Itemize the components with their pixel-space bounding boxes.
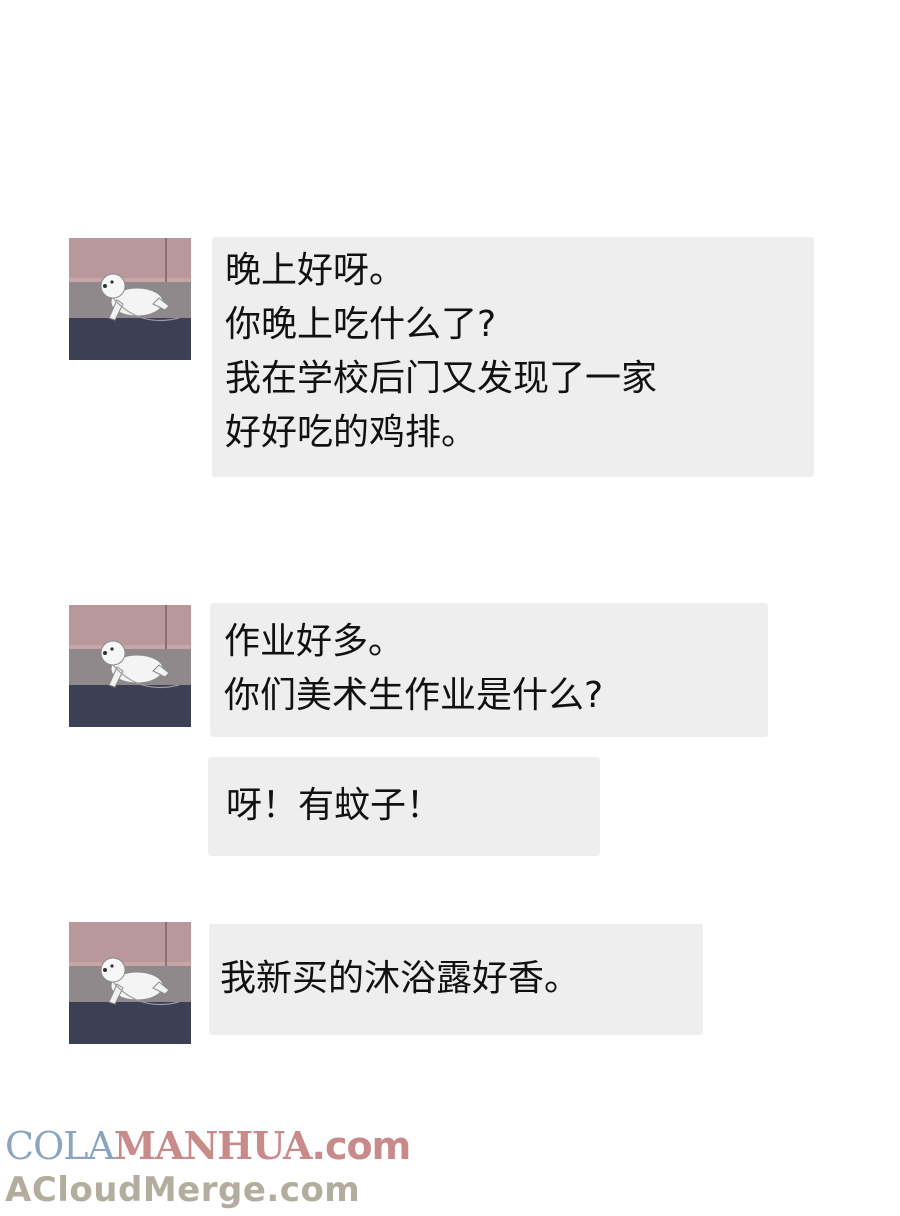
- watermark-acloudmerge: ACloudMerge.com: [5, 1170, 361, 1210]
- message-bubble[interactable]: 我新买的沐浴露好香。: [209, 924, 703, 1035]
- watermark-text: COLA: [5, 1124, 115, 1168]
- message-bubble[interactable]: 晚上好呀。 你晚上吃什么了? 我在学校后门又发现了一家 好好吃的鸡排。: [212, 237, 814, 477]
- white-dog-avatar-icon: [69, 605, 191, 727]
- message-line: 你晚上吃什么了?: [225, 304, 497, 345]
- message-line: 我新买的沐浴露好香。: [220, 958, 581, 999]
- message-bubble[interactable]: 呀！有蚊子！: [208, 757, 600, 856]
- message-line: 好好吃的鸡排。: [225, 412, 478, 453]
- message-line: 晚上好呀。: [225, 250, 406, 291]
- white-dog-avatar-icon: [69, 238, 191, 360]
- message-line: 作业好多。: [224, 621, 405, 662]
- avatar[interactable]: [69, 238, 191, 360]
- avatar[interactable]: [69, 922, 191, 1044]
- avatar[interactable]: [69, 605, 191, 727]
- white-dog-avatar-icon: [69, 922, 191, 1044]
- watermark-text: .com: [311, 1124, 412, 1168]
- message-line: 我在学校后门又发现了一家: [225, 358, 658, 399]
- watermark-text: MANHUA: [113, 1123, 313, 1168]
- message-bubble[interactable]: 作业好多。 你们美术生作业是什么?: [210, 603, 768, 737]
- message-line: 你们美术生作业是什么?: [224, 675, 604, 716]
- message-line: 呀！有蚊子！: [226, 785, 443, 826]
- watermark-colamanhua: COLAMANHUA.com: [5, 1123, 412, 1168]
